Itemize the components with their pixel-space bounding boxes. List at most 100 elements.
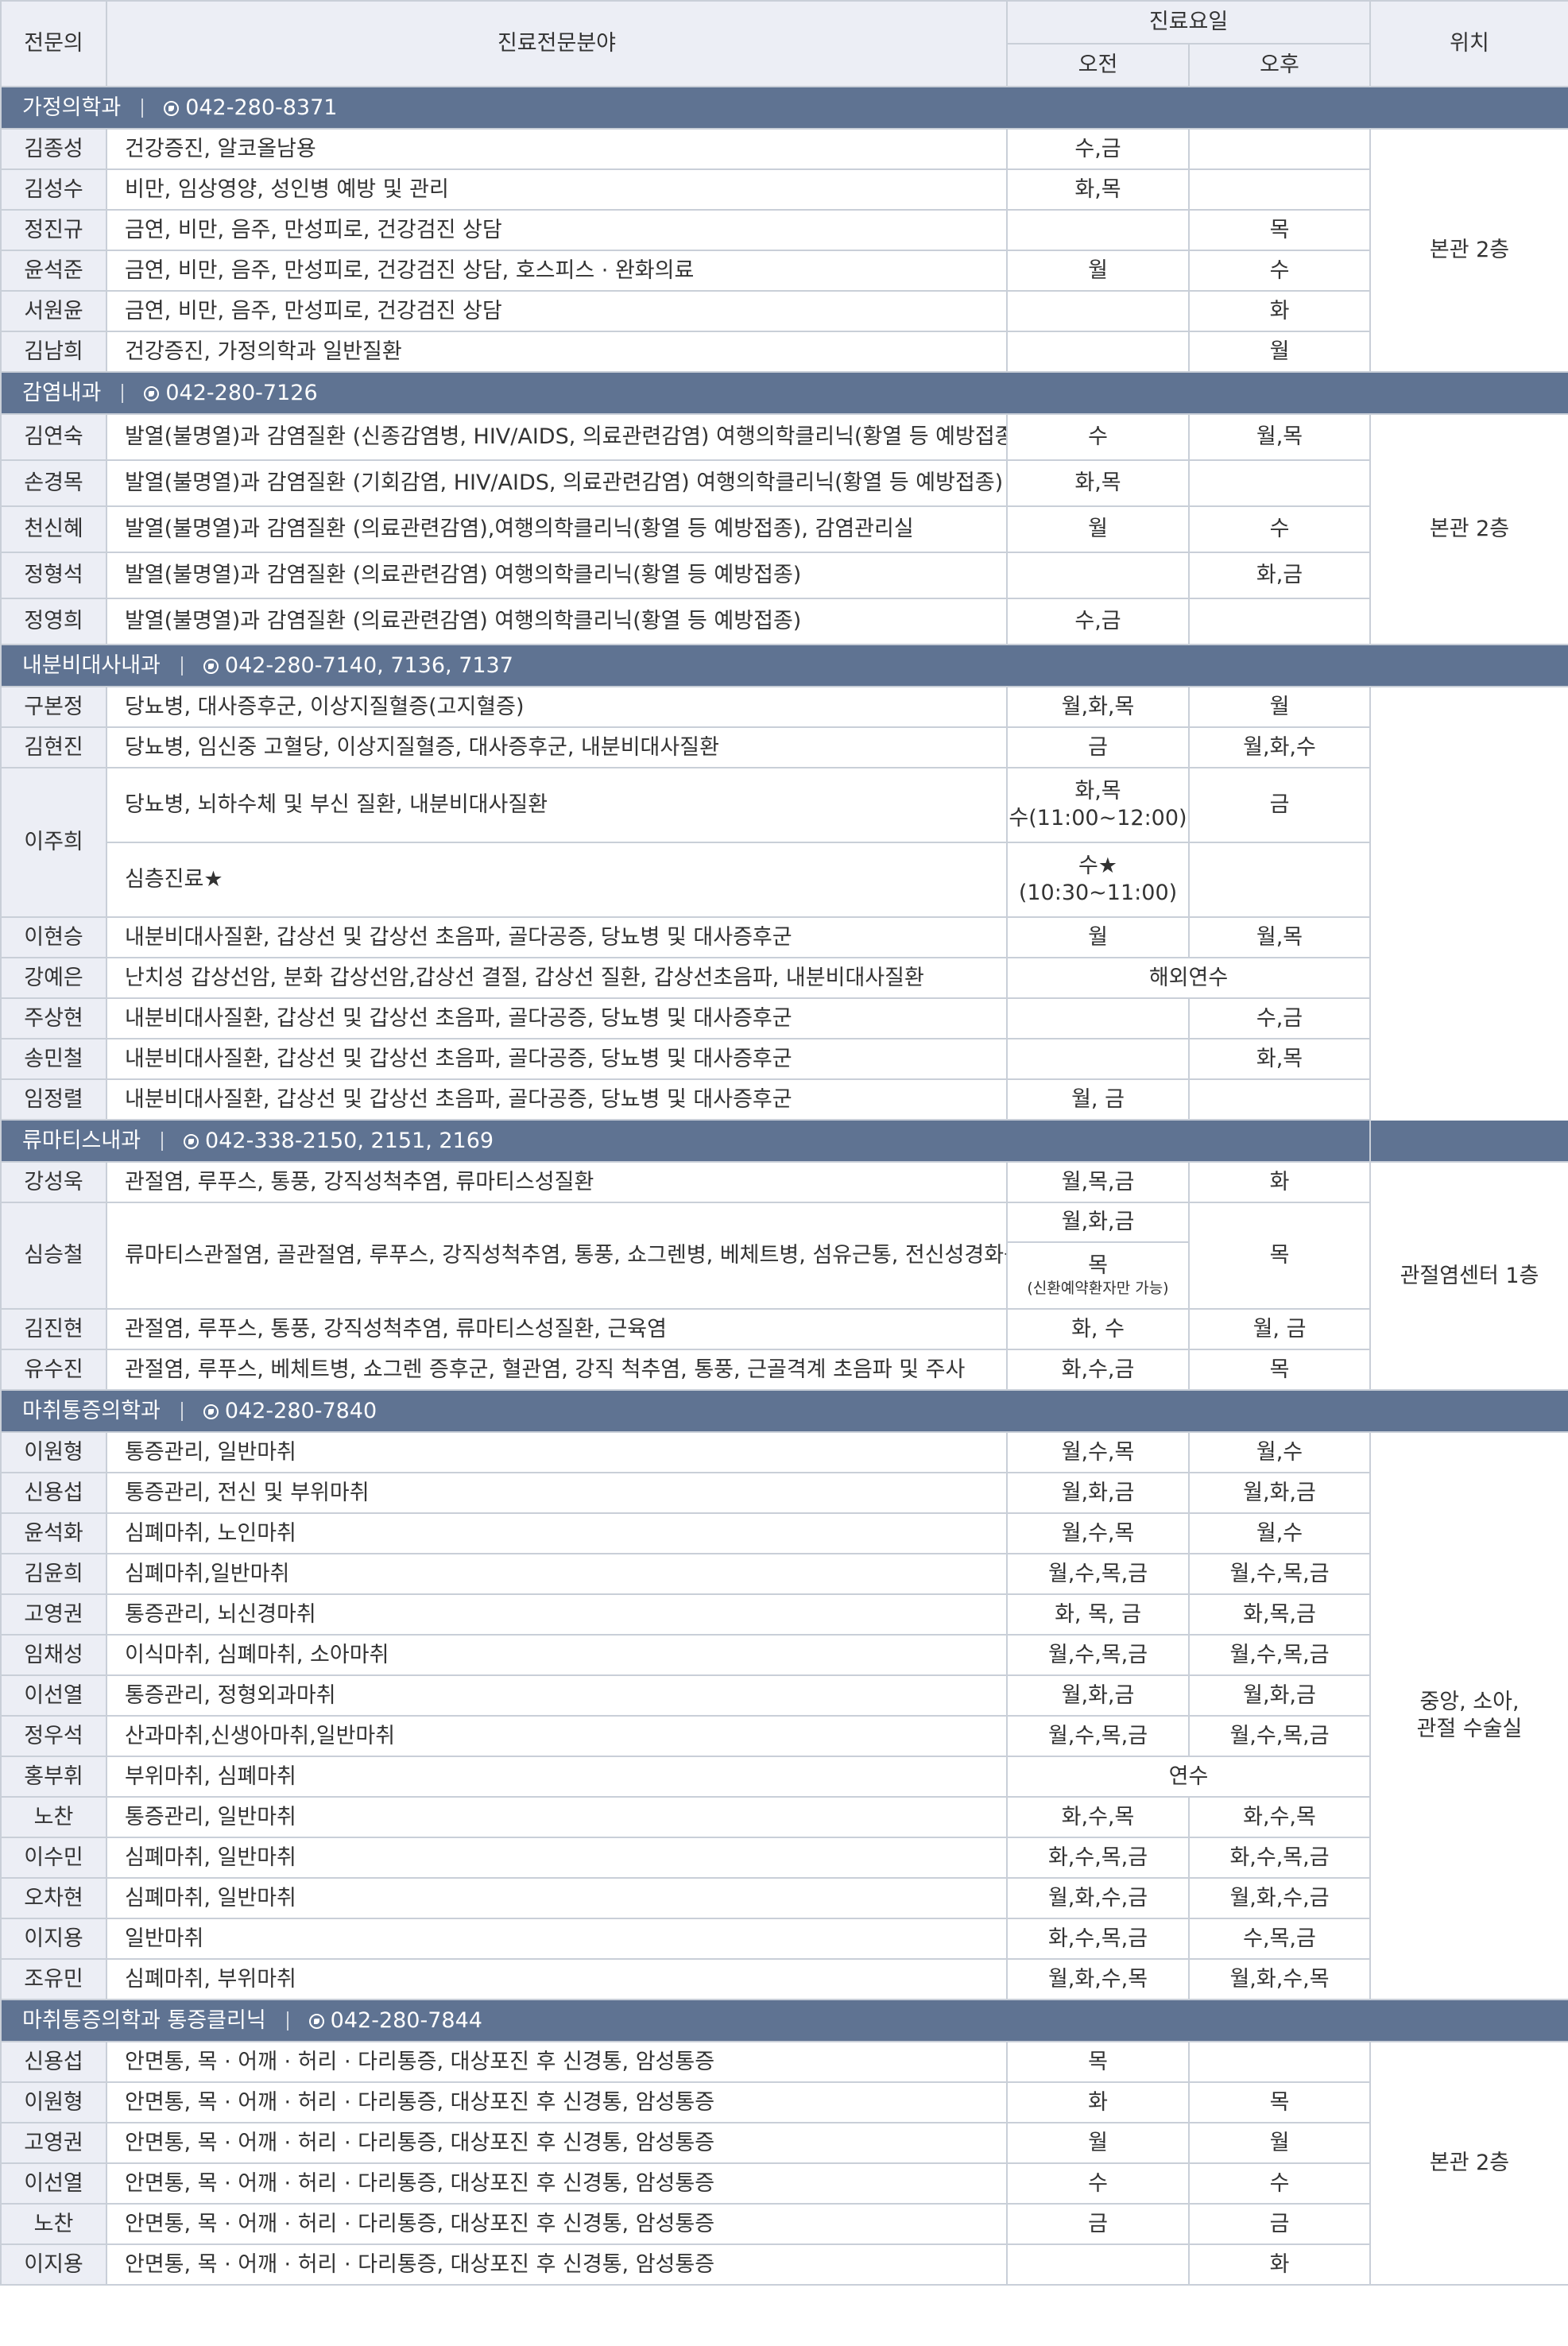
am-days xyxy=(1007,331,1189,372)
pm-days xyxy=(1189,169,1370,210)
doctor-name: 천신혜 xyxy=(1,506,106,552)
pm-days: 월 xyxy=(1189,2123,1370,2163)
am-days-line: (10:30~11:00) xyxy=(1008,880,1188,907)
am-days: 월,화,수,금 xyxy=(1007,1878,1189,1918)
doctor-name: 이주희 xyxy=(1,768,106,917)
doctor-name: 이원형 xyxy=(1,1432,106,1473)
col-location: 위치 xyxy=(1370,1,1568,87)
am-days: 화,목수(11:00~12:00) xyxy=(1007,768,1189,842)
doctor-name: 이수민 xyxy=(1,1837,106,1878)
location-cell xyxy=(1370,687,1568,1162)
pm-days: 화 xyxy=(1189,291,1370,331)
doctor-name: 신용섭 xyxy=(1,2042,106,2082)
am-days: 월,화,목 xyxy=(1007,687,1189,727)
dept-name: 감염내과 xyxy=(22,381,101,405)
field-text: 발열(불명열)과 감염질환 (의료관련감염) 여행의학클리닉(황열 등 예방접종… xyxy=(106,552,1007,598)
doctor-name: 이원형 xyxy=(1,2082,106,2123)
field-text: 건강증진, 알코올남용 xyxy=(106,129,1007,169)
am-days: 수 xyxy=(1007,2163,1189,2204)
field-text: 심층진료★ xyxy=(106,842,1007,917)
am-days: 화,목 xyxy=(1007,460,1189,506)
doctor-name: 이선열 xyxy=(1,2163,106,2204)
phone-icon xyxy=(309,2014,324,2029)
am-days: 화, 수 xyxy=(1007,1309,1189,1349)
pm-days: 금 xyxy=(1189,768,1370,842)
doctor-name: 주상현 xyxy=(1,998,106,1039)
dept-phone: 042-280-7126 xyxy=(165,381,317,405)
field-text: 안면통, 목 · 어깨 · 허리 · 다리통증, 대상포진 후 신경통, 암성통… xyxy=(106,2244,1007,2285)
divider xyxy=(287,2011,288,2030)
field-text: 안면통, 목 · 어깨 · 허리 · 다리통증, 대상포진 후 신경통, 암성통… xyxy=(106,2163,1007,2204)
doctor-name: 강예은 xyxy=(1,958,106,998)
dept-row: 가정의학과042-280-8371 xyxy=(1,87,1568,129)
pm-days: 월, 금 xyxy=(1189,1309,1370,1349)
am-days xyxy=(1007,291,1189,331)
pm-days: 화,수,목 xyxy=(1189,1797,1370,1837)
pm-days: 화 xyxy=(1189,2244,1370,2285)
field-text: 안면통, 목 · 어깨 · 허리 · 다리통증, 대상포진 후 신경통, 암성통… xyxy=(106,2042,1007,2082)
pm-days: 월,수,목,금 xyxy=(1189,1554,1370,1594)
dept-name: 마취통증의학과 xyxy=(22,1399,161,1423)
am-days: 목(신환예약환자만 가능) xyxy=(1007,1242,1189,1309)
am-days: 월,수,목 xyxy=(1007,1513,1189,1554)
pm-days xyxy=(1189,2042,1370,2082)
pm-days: 월 xyxy=(1189,331,1370,372)
col-am: 오전 xyxy=(1007,44,1189,87)
am-days-line: 목 xyxy=(1008,1252,1188,1279)
dept-name: 류마티스내과 xyxy=(22,1128,141,1153)
dept-name: 가정의학과 xyxy=(22,95,121,120)
field-text: 당뇨병, 임신중 고혈당, 이상지질혈증, 대사증후군, 내분비대사질환 xyxy=(106,727,1007,768)
pm-days xyxy=(1189,129,1370,169)
field-text: 당뇨병, 대사증후군, 이상지질혈증(고지혈증) xyxy=(106,687,1007,727)
doctor-name: 임채성 xyxy=(1,1635,106,1675)
am-days xyxy=(1007,1039,1189,1079)
doctor-name: 윤석준 xyxy=(1,250,106,291)
doctor-name: 이지용 xyxy=(1,2244,106,2285)
pm-days: 수 xyxy=(1189,506,1370,552)
location-cell: 본관 2층 xyxy=(1370,2042,1568,2285)
doctor-name: 정진규 xyxy=(1,210,106,250)
pm-days: 수,금 xyxy=(1189,998,1370,1039)
field-text: 심폐마취, 부위마취 xyxy=(106,1959,1007,2000)
am-days: 수,금 xyxy=(1007,129,1189,169)
field-text: 심폐마취, 일반마취 xyxy=(106,1837,1007,1878)
am-days-line: 수★ xyxy=(1008,853,1188,880)
am-days: 화,수,목,금 xyxy=(1007,1918,1189,1959)
location-line: 관절 수술실 xyxy=(1371,1716,1568,1743)
am-days xyxy=(1007,998,1189,1039)
pm-days: 월 xyxy=(1189,687,1370,727)
pm-days xyxy=(1189,598,1370,645)
am-days: 월,화,수,목 xyxy=(1007,1959,1189,2000)
doctor-name: 정영희 xyxy=(1,598,106,645)
col-days: 진료요일 xyxy=(1007,1,1370,44)
pm-days: 수 xyxy=(1189,2163,1370,2204)
doctor-name: 고영권 xyxy=(1,2123,106,2163)
divider xyxy=(161,1132,163,1151)
schedule-note: 연수 xyxy=(1007,1756,1370,1797)
field-text: 금연, 비만, 음주, 만성피로, 건강검진 상담 xyxy=(106,291,1007,331)
am-days-line: 수(11:00~12:00) xyxy=(1008,805,1188,832)
field-text: 안면통, 목 · 어깨 · 허리 · 다리통증, 대상포진 후 신경통, 암성통… xyxy=(106,2204,1007,2244)
dept-name: 내분비대사내과 xyxy=(22,653,161,678)
pm-days: 월,화,금 xyxy=(1189,1675,1370,1716)
field-text: 심폐마취, 노인마취 xyxy=(106,1513,1007,1554)
divider xyxy=(181,656,183,676)
field-text: 심폐마취,일반마취 xyxy=(106,1554,1007,1594)
doctor-name: 노찬 xyxy=(1,2204,106,2244)
pm-days xyxy=(1189,1079,1370,1120)
am-days: 월,화,금 xyxy=(1007,1473,1189,1513)
pm-days: 월,수 xyxy=(1189,1513,1370,1554)
doctor-name: 구본정 xyxy=(1,687,106,727)
am-days xyxy=(1007,552,1189,598)
dept-row: 감염내과 042-280-7126 xyxy=(1,372,1568,414)
dept-row: 마취통증의학과 통증클리닉042-280-7844 xyxy=(1,2000,1568,2042)
divider xyxy=(122,384,123,403)
dept-row: 류마티스내과042-338-2150, 2151, 2169 xyxy=(1,1120,1568,1162)
am-days: 화, 목, 금 xyxy=(1007,1594,1189,1635)
am-days: 수 xyxy=(1007,414,1189,460)
am-days: 월, 금 xyxy=(1007,1079,1189,1120)
pm-days: 화,목 xyxy=(1189,1039,1370,1079)
pm-days: 월,수,목,금 xyxy=(1189,1716,1370,1756)
doctor-name: 고영권 xyxy=(1,1594,106,1635)
field-text: 부위마취, 심폐마취 xyxy=(106,1756,1007,1797)
